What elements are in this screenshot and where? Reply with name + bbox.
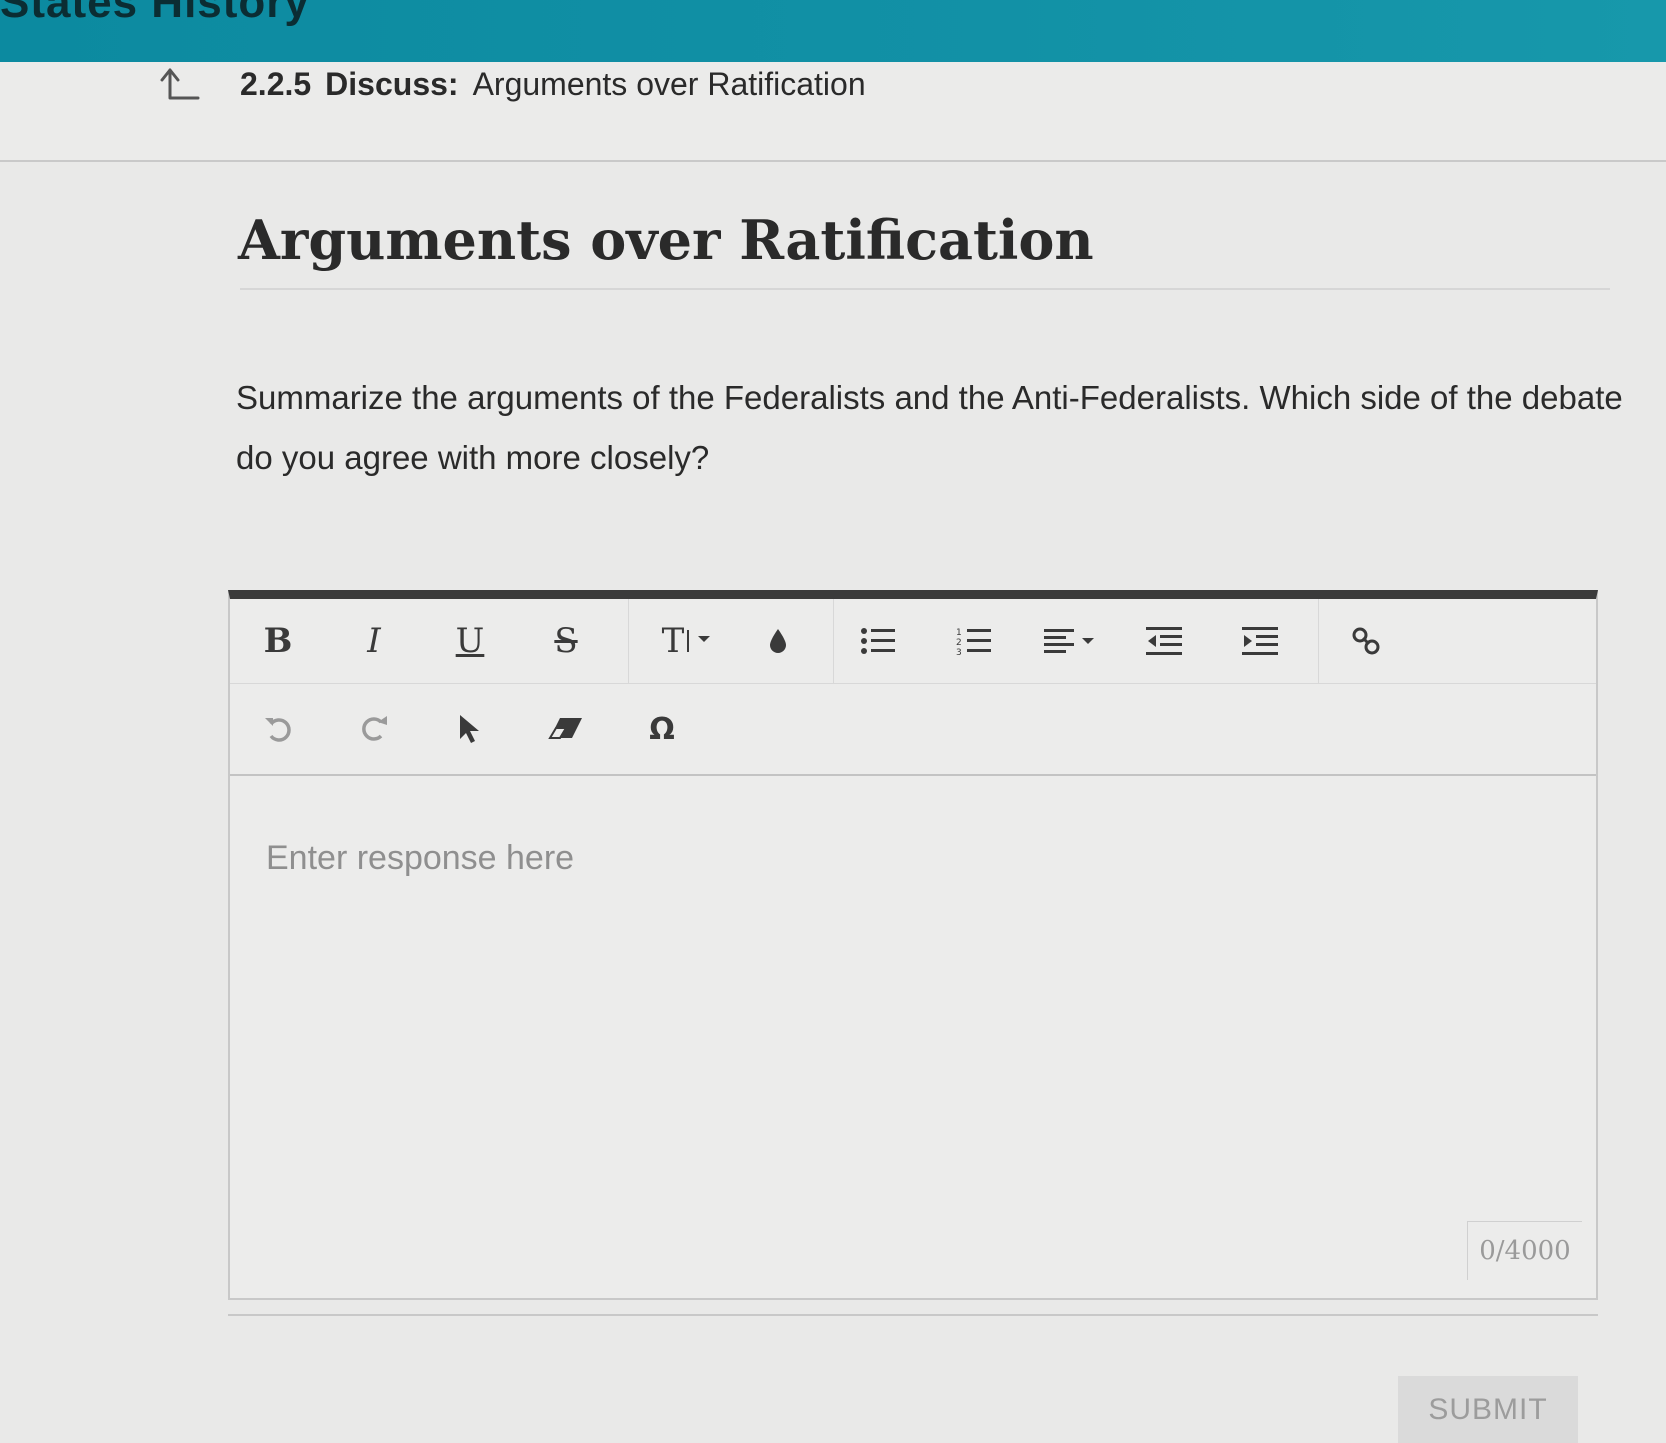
- bulleted-list-button[interactable]: [838, 599, 918, 683]
- numbered-list-button[interactable]: 1 2 3: [934, 599, 1014, 683]
- course-title: States History: [0, 0, 310, 27]
- svg-text:3: 3: [956, 648, 962, 656]
- link-icon: [1352, 627, 1380, 655]
- outdent-button[interactable]: [1124, 599, 1204, 683]
- undo-icon: [265, 718, 291, 742]
- strikethrough-button[interactable]: S: [526, 599, 606, 683]
- clear-formatting-button[interactable]: [526, 684, 606, 774]
- editor-bottom-divider: [228, 1314, 1598, 1316]
- text-size-icon: [687, 630, 711, 652]
- cursor-icon: [460, 715, 479, 743]
- redo-button[interactable]: [334, 684, 414, 774]
- toolbar-row-actions: Ω: [230, 684, 1596, 776]
- bold-button[interactable]: B: [238, 599, 318, 683]
- toolbar-separator: [1318, 599, 1319, 683]
- text-size-label: T: [661, 621, 685, 661]
- bold-label: B: [263, 621, 293, 661]
- insert-link-button[interactable]: [1326, 599, 1406, 683]
- numbered-list-icon: 1 2 3: [956, 628, 991, 656]
- activity-number: 2.2.5: [240, 66, 312, 102]
- page-title: Arguments over Ratification: [238, 208, 1094, 272]
- response-input[interactable]: [264, 827, 1558, 889]
- outdent-icon: [1146, 627, 1182, 655]
- character-count: 0/4000: [1467, 1221, 1582, 1280]
- text-size-dropdown[interactable]: T: [640, 599, 736, 683]
- strikethrough-label: S: [554, 621, 578, 661]
- bulleted-list-icon: [861, 628, 895, 654]
- submit-button[interactable]: SUBMIT: [1398, 1376, 1578, 1443]
- italic-label: I: [367, 621, 381, 661]
- response-area: 0/4000: [230, 777, 1596, 1292]
- svg-text:2: 2: [956, 638, 962, 648]
- align-icon: [1044, 629, 1094, 653]
- back-arrow-icon[interactable]: [160, 66, 200, 104]
- activity-kind: Discuss:: [325, 66, 459, 102]
- align-dropdown[interactable]: [1022, 599, 1118, 683]
- toolbar-row-formatting: B I U S T 1 2 3: [230, 599, 1596, 684]
- discussion-prompt: Summarize the arguments of the Federalis…: [236, 379, 1623, 476]
- redo-icon: [362, 716, 387, 741]
- omega-icon: Ω: [649, 711, 675, 747]
- title-divider: [240, 288, 1610, 290]
- italic-button[interactable]: I: [334, 599, 414, 683]
- svg-text:1: 1: [956, 628, 962, 638]
- undo-button[interactable]: [238, 684, 318, 774]
- underline-label: U: [455, 621, 485, 661]
- select-button[interactable]: [430, 684, 510, 774]
- activity-title: Arguments over Ratification: [472, 66, 866, 102]
- rich-text-editor: B I U S T 1 2 3 Ω Enter response here 0/…: [228, 590, 1598, 1300]
- toolbar-separator: [833, 599, 834, 683]
- underline-button[interactable]: U: [430, 599, 510, 683]
- special-character-button[interactable]: Ω: [622, 684, 702, 774]
- indent-icon: [1242, 627, 1278, 655]
- breadcrumb: 2.2.5 Discuss: Arguments over Ratification: [240, 66, 866, 103]
- text-color-button[interactable]: [738, 599, 818, 683]
- indent-button[interactable]: [1220, 599, 1300, 683]
- text-color-drop-icon: [770, 629, 786, 653]
- eraser-icon: [548, 718, 582, 739]
- toolbar-separator: [628, 599, 629, 683]
- course-header-bar: States History: [0, 0, 1666, 62]
